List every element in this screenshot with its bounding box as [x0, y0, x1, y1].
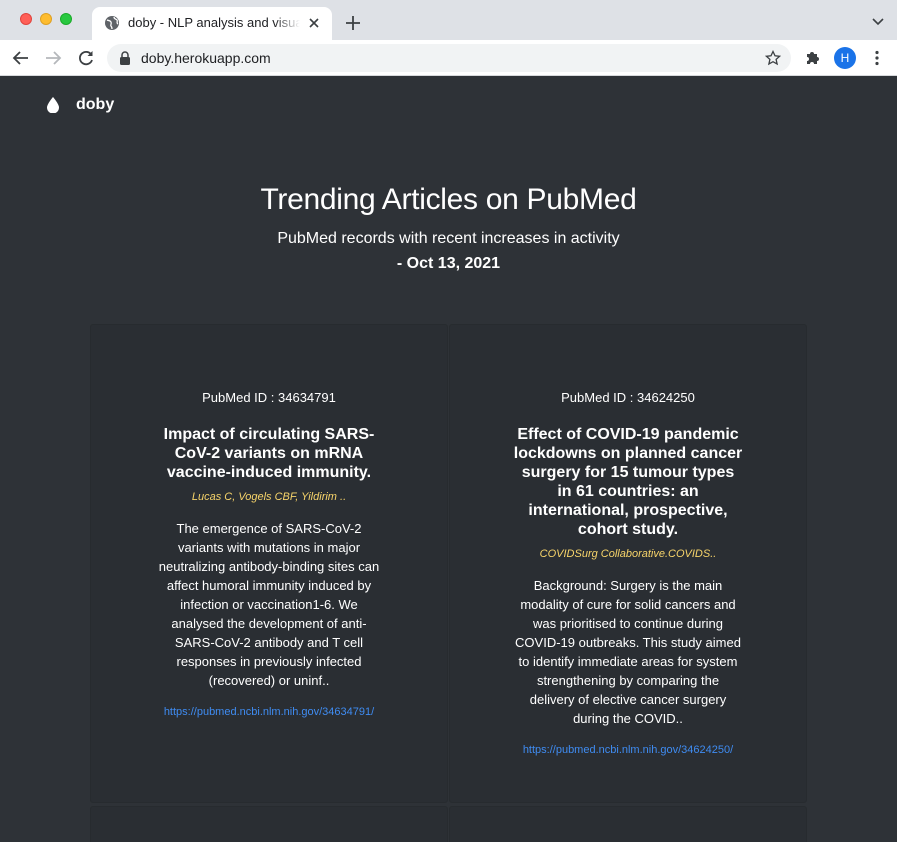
article-card: PubMed ID : 34634791 Impact of circulati… — [90, 324, 448, 803]
address-bar[interactable]: doby.herokuapp.com — [107, 44, 791, 72]
window-close-button[interactable] — [20, 13, 32, 25]
article-authors: COVIDSurg Collaborative.COVIDS.. — [539, 548, 717, 560]
more-options-icon[interactable] — [868, 49, 886, 67]
site-logo[interactable]: doby — [76, 96, 114, 114]
profile-avatar[interactable]: H — [834, 47, 856, 69]
back-arrow-icon[interactable] — [12, 49, 30, 67]
article-authors: Lucas C, Vogels CBF, Yildirim .. — [191, 491, 347, 503]
browser-tab[interactable]: doby - NLP analysis and visualization — [92, 7, 332, 40]
page-title: Trending Articles on PubMed — [260, 183, 637, 216]
browser-toolbar: doby.herokuapp.com — [0, 40, 897, 76]
article-link[interactable]: https://pubmed.ncbi.nlm.nih.gov/34624250… — [513, 742, 743, 758]
article-card: PubMed ID : 34624250 Effect of COVID-19 … — [449, 324, 807, 803]
bookmark-star-icon[interactable] — [765, 50, 781, 66]
article-title: Impact of circulating SARS-CoV-2 variant… — [163, 426, 375, 481]
close-tab-icon[interactable] — [306, 15, 322, 31]
reload-icon[interactable] — [77, 49, 95, 67]
article-pmid: PubMed ID : 34634791 — [202, 390, 336, 405]
chevron-down-icon[interactable] — [871, 15, 885, 29]
new-tab-icon[interactable] — [344, 14, 362, 32]
article-title: Effect of COVID-19 pandemic lockdowns on… — [513, 426, 743, 538]
extensions-puzzle-icon[interactable] — [804, 49, 822, 67]
article-pmid: PubMed ID : 34624250 — [561, 390, 695, 405]
article-abstract: The emergence of SARS-CoV-2 variants wit… — [158, 521, 380, 688]
forward-arrow-icon[interactable] — [44, 49, 62, 67]
page-date: - Oct 13, 2021 — [396, 255, 501, 272]
article-card — [449, 806, 807, 842]
window-minimize-button[interactable] — [40, 13, 52, 25]
drop-logo-icon[interactable] — [47, 97, 59, 113]
url-text[interactable]: doby.herokuapp.com — [141, 50, 271, 66]
article-link[interactable]: https://pubmed.ncbi.nlm.nih.gov/34634791… — [154, 704, 384, 720]
globe-icon — [105, 16, 119, 30]
page-subtitle: PubMed records with recent increases in … — [277, 230, 620, 247]
article-abstract: Background: Surgery is the main modality… — [515, 578, 741, 726]
browser-tab-bar: doby - NLP analysis and visualization — [0, 0, 897, 40]
tab-title: doby - NLP analysis and visualization — [128, 15, 300, 30]
page-content: doby Trending Articles on PubMed PubMed … — [0, 77, 897, 842]
article-card — [90, 806, 448, 842]
window-maximize-button[interactable] — [60, 13, 72, 25]
lock-icon[interactable] — [119, 51, 131, 65]
